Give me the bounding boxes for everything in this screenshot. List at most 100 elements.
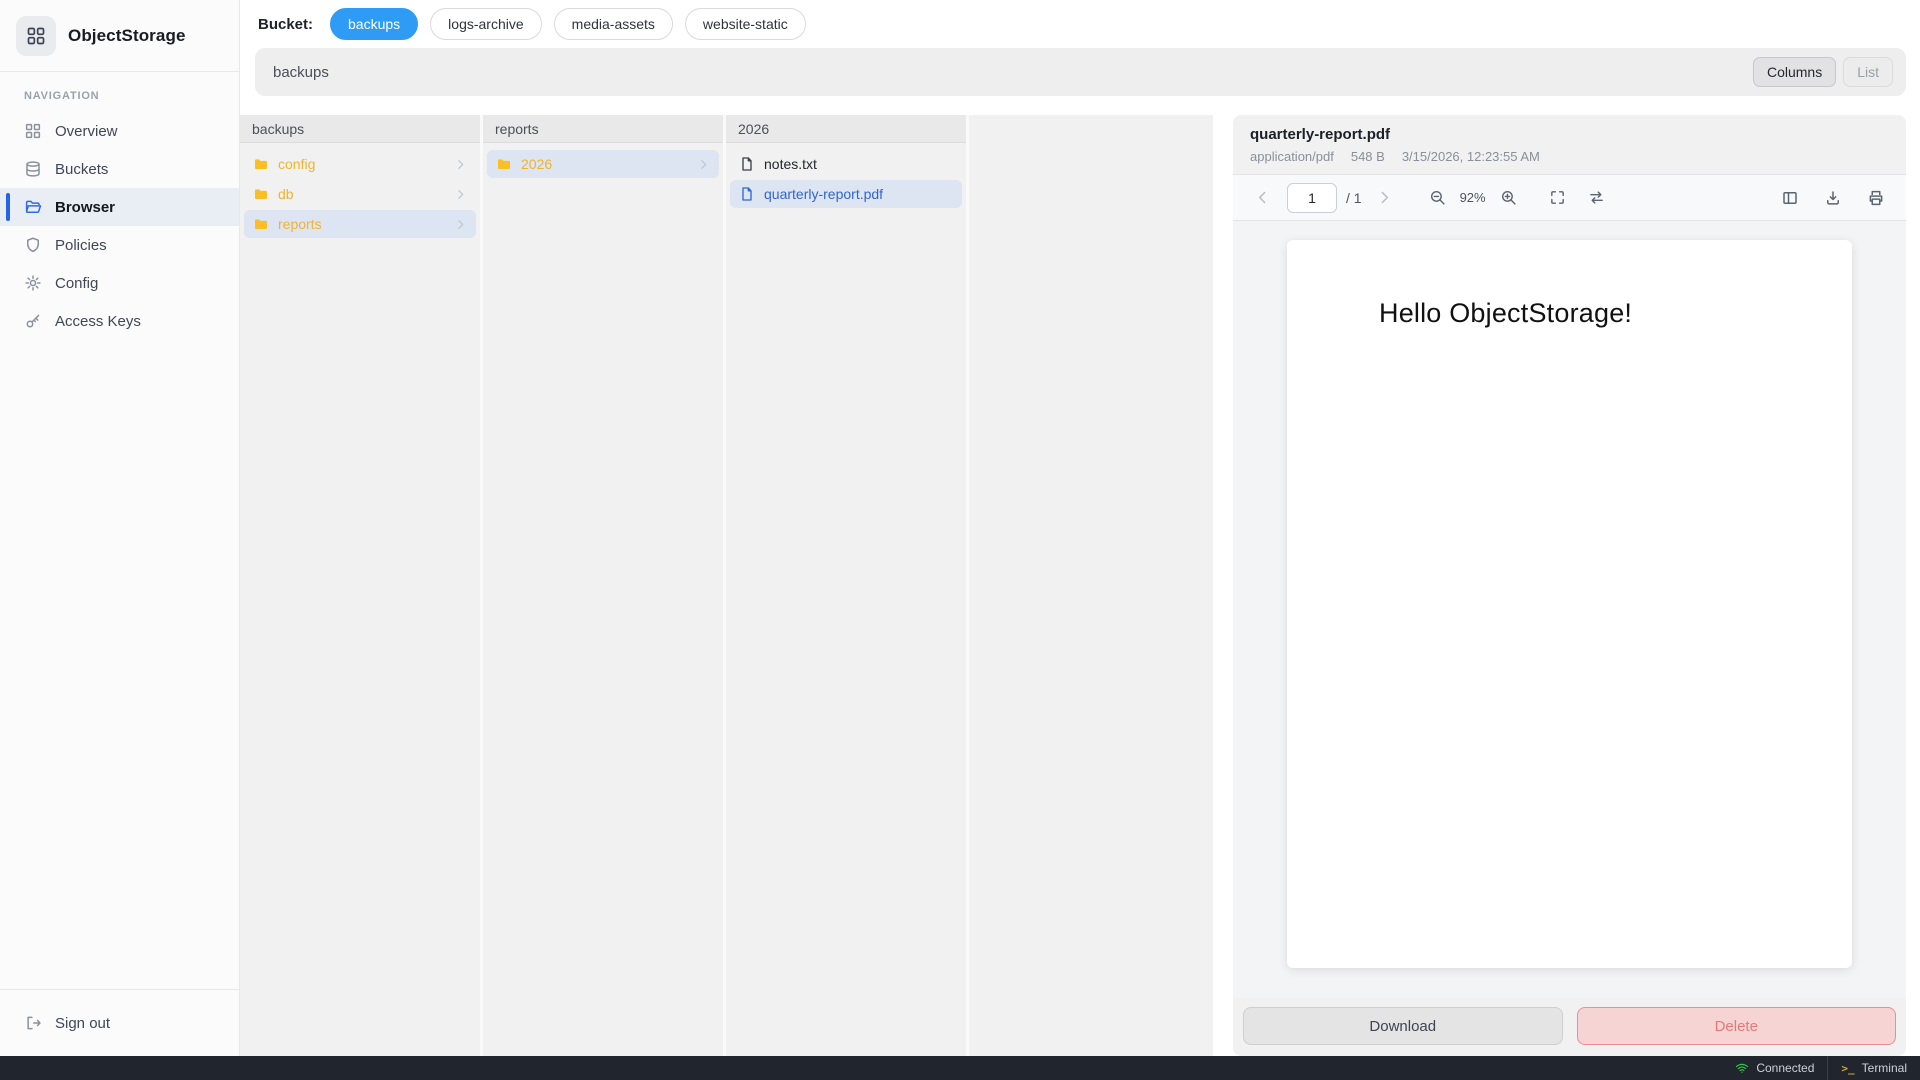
fit-controls [1545, 185, 1609, 210]
file-row-quarterly-report-pdf[interactable]: quarterly-report.pdf [730, 180, 962, 208]
file-name: notes.txt [764, 156, 817, 172]
bucket-pill-backups[interactable]: backups [330, 8, 418, 40]
column-backups: backups config db [240, 115, 483, 1056]
download-button[interactable]: Download [1243, 1007, 1563, 1045]
detail-actions: Download Delete [1233, 998, 1906, 1056]
brand: ObjectStorage [0, 0, 239, 71]
sidebar-item-label: Access Keys [55, 313, 141, 330]
view-toggle: Columns List [1753, 57, 1893, 87]
connection-status-label: Connected [1756, 1061, 1814, 1075]
column-header: 2026 [726, 115, 966, 143]
sidebar-item-overview[interactable]: Overview [0, 112, 239, 150]
zoom-controls: 92% [1425, 185, 1521, 210]
chevron-right-icon [454, 188, 467, 201]
panel-gutter [1213, 115, 1233, 1056]
content-region: backups config db [240, 115, 1920, 1056]
folder-name: reports [278, 216, 322, 232]
file-name: quarterly-report.pdf [764, 186, 883, 202]
sign-out-label: Sign out [55, 1015, 110, 1032]
grid-icon [24, 122, 42, 140]
download-icon[interactable] [1820, 185, 1846, 211]
miller-columns: backups config db [240, 115, 1213, 1056]
folder-name: config [278, 156, 315, 172]
bucket-label: Bucket: [258, 16, 313, 33]
delete-button[interactable]: Delete [1577, 1007, 1897, 1045]
pdf-toolbar: / 1 92% [1233, 174, 1906, 221]
pdf-page-text: Hello ObjectStorage! [1379, 298, 1812, 329]
bucket-pill-logs-archive[interactable]: logs-archive [430, 8, 541, 40]
folder-icon [253, 216, 269, 232]
sidebar-item-config[interactable]: Config [0, 264, 239, 302]
bucket-pill-media-assets[interactable]: media-assets [554, 8, 673, 40]
file-icon [739, 156, 755, 172]
gear-icon [24, 274, 42, 292]
sidebar-item-policies[interactable]: Policies [0, 226, 239, 264]
connection-status: Connected [1722, 1056, 1827, 1080]
chevron-right-icon [454, 218, 467, 231]
toolbar-right-actions [1777, 185, 1889, 211]
terminal-label: Terminal [1862, 1061, 1907, 1075]
print-icon[interactable] [1863, 185, 1889, 211]
chevron-right-icon [697, 158, 710, 171]
zoom-level: 92% [1456, 190, 1490, 205]
terminal-icon: >_ [1841, 1062, 1854, 1075]
sidebar-item-label: Browser [55, 199, 115, 216]
sidebar-item-label: Overview [55, 123, 118, 140]
column-header: backups [240, 115, 480, 143]
zoom-in-icon[interactable] [1496, 185, 1521, 210]
column-header: reports [483, 115, 723, 143]
view-list-button[interactable]: List [1843, 57, 1893, 87]
database-icon [24, 160, 42, 178]
view-columns-button[interactable]: Columns [1753, 57, 1836, 87]
current-path: backups [273, 64, 329, 81]
detail-panel: quarterly-report.pdf application/pdf 548… [1233, 115, 1906, 1056]
page-number-input[interactable] [1287, 183, 1337, 213]
folder-row-2026[interactable]: 2026 [487, 150, 719, 178]
sidebar-item-browser[interactable]: Browser [0, 188, 239, 226]
folder-icon [253, 186, 269, 202]
sidebar-item-label: Policies [55, 237, 107, 254]
next-page-button[interactable] [1372, 185, 1397, 210]
fullscreen-icon[interactable] [1545, 185, 1570, 210]
side-panel-icon[interactable] [1777, 185, 1803, 211]
file-row-notes-txt[interactable]: notes.txt [730, 150, 962, 178]
pdf-viewer[interactable]: Hello ObjectStorage! [1233, 221, 1906, 998]
sidebar-nav: Overview Buckets Browser Policies Config [0, 112, 239, 989]
sidebar: ObjectStorage NAVIGATION Overview Bucket… [0, 0, 240, 1056]
prev-page-button[interactable] [1250, 185, 1275, 210]
column-spacer [969, 115, 1213, 1056]
bucket-bar: Bucket: backups logs-archive media-asset… [240, 0, 1920, 48]
chevron-right-icon [454, 158, 467, 171]
terminal-status[interactable]: >_ Terminal [1828, 1056, 1920, 1080]
main-area: Bucket: backups logs-archive media-asset… [240, 0, 1920, 1056]
sign-out-icon [24, 1014, 42, 1032]
app-title: ObjectStorage [68, 26, 186, 46]
folder-row-reports[interactable]: reports [244, 210, 476, 238]
file-title: quarterly-report.pdf [1250, 126, 1889, 143]
folder-open-icon [24, 198, 42, 216]
sidebar-item-buckets[interactable]: Buckets [0, 150, 239, 188]
detail-header: quarterly-report.pdf application/pdf 548… [1233, 115, 1906, 174]
key-icon [24, 312, 42, 330]
sidebar-footer: Sign out [0, 989, 239, 1056]
bucket-pill-website-static[interactable]: website-static [685, 8, 806, 40]
wifi-icon [1735, 1061, 1749, 1075]
file-content-type: application/pdf [1250, 149, 1334, 164]
rotate-swap-icon[interactable] [1584, 185, 1609, 210]
file-meta: application/pdf 548 B 3/15/2026, 12:23:5… [1250, 149, 1889, 164]
folder-name: db [278, 186, 294, 202]
sidebar-item-label: Config [55, 275, 98, 292]
app-window: ObjectStorage NAVIGATION Overview Bucket… [0, 0, 1920, 1080]
folder-icon [253, 156, 269, 172]
pdf-page: Hello ObjectStorage! [1287, 240, 1852, 968]
nav-section-label: NAVIGATION [0, 72, 239, 112]
zoom-out-icon[interactable] [1425, 185, 1450, 210]
status-bar: Connected >_ Terminal [0, 1056, 1920, 1080]
folder-icon [496, 156, 512, 172]
folder-row-config[interactable]: config [244, 150, 476, 178]
sidebar-item-access-keys[interactable]: Access Keys [0, 302, 239, 340]
sign-out-button[interactable]: Sign out [0, 1004, 239, 1042]
folder-name: 2026 [521, 156, 552, 172]
app-logo-icon [16, 16, 56, 56]
folder-row-db[interactable]: db [244, 180, 476, 208]
